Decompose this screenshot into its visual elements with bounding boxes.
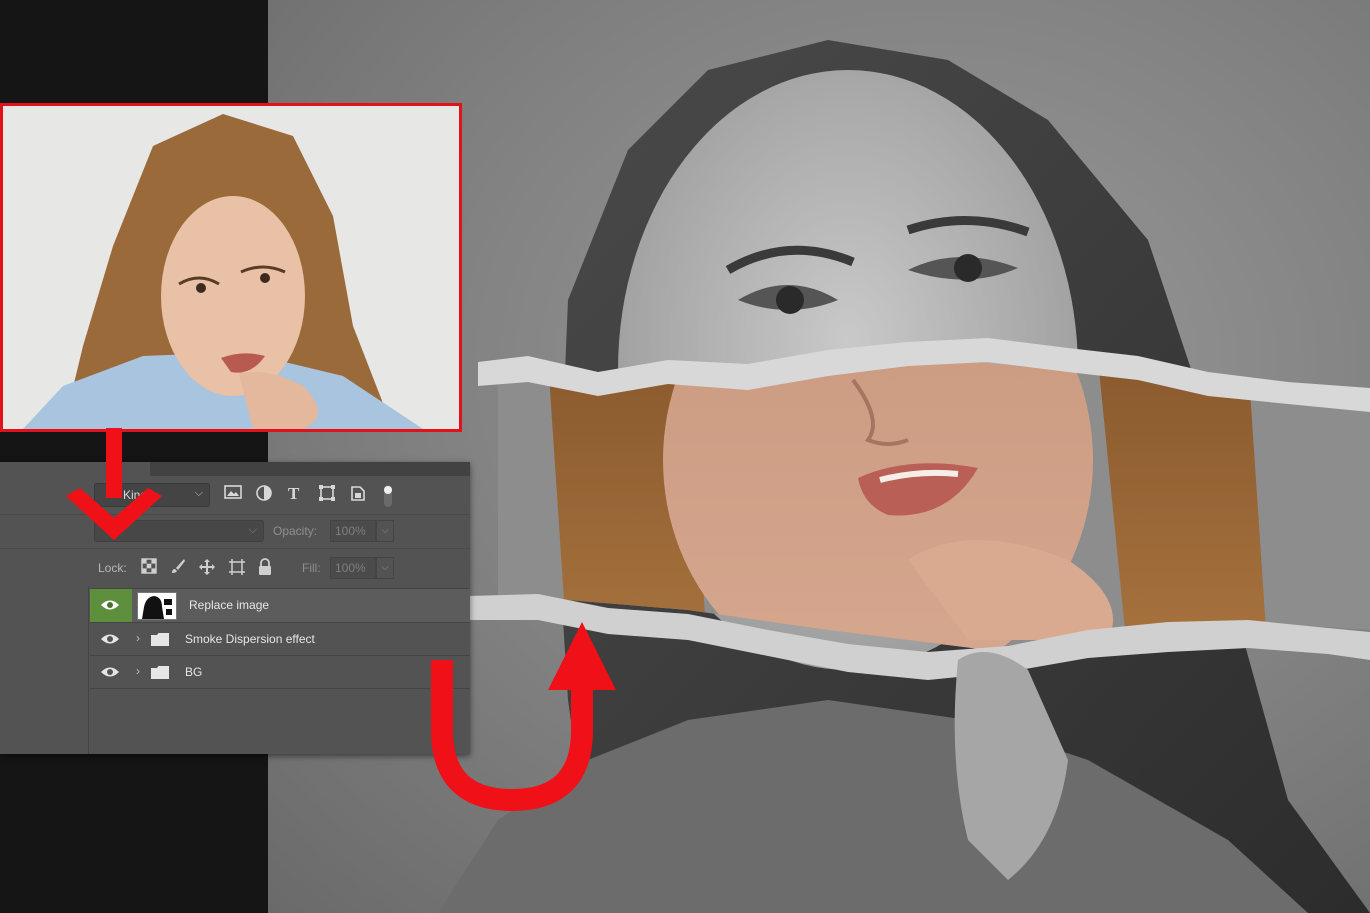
fill-dropdown-icon[interactable]: ⌵ (376, 557, 394, 579)
chevron-down-icon: ⌵ (248, 524, 257, 536)
panel-divider (88, 586, 89, 754)
opacity-input[interactable]: 100% (330, 520, 376, 542)
lock-position-icon[interactable] (198, 558, 216, 576)
blend-mode-select[interactable]: ⌵ (94, 520, 264, 542)
filter-kind-label: Kind (123, 488, 148, 502)
layer-name[interactable]: Replace image (189, 598, 269, 612)
chevron-right-icon[interactable]: › (136, 664, 140, 678)
fill-input[interactable]: 100% (330, 557, 376, 579)
chevron-right-icon[interactable]: › (136, 631, 140, 645)
filter-toggle-icon[interactable] (382, 484, 402, 507)
folder-icon (151, 633, 169, 646)
lock-transparent-icon[interactable] (141, 558, 159, 576)
smart-object-filter-icon[interactable] (350, 484, 370, 504)
eye-icon[interactable] (100, 598, 122, 614)
adjustment-filter-icon[interactable] (255, 484, 275, 504)
lock-paint-icon[interactable] (170, 558, 188, 576)
eye-icon[interactable] (100, 632, 122, 648)
layer-row-bg[interactable]: › BG (90, 655, 470, 689)
shape-filter-icon[interactable] (318, 484, 338, 504)
blend-opacity-row: ⌵ Opacity: 100% ⌵ (0, 514, 470, 549)
lock-fill-row: Lock: Fill: 100% ⌵ (0, 550, 470, 586)
original-photo-inset (0, 103, 462, 432)
lock-artboard-icon[interactable] (228, 558, 246, 576)
layer-name[interactable]: Smoke Dispersion effect (185, 632, 315, 646)
layer-row-replace-image[interactable]: Replace image (90, 588, 470, 622)
eye-icon[interactable] (100, 665, 122, 681)
lock-all-icon[interactable] (258, 558, 276, 576)
opacity-dropdown-icon[interactable]: ⌵ (376, 520, 394, 542)
layers-panel: Kind ⌵ T ⌵ Opacity: 100% ⌵ Lock: Fill: 1… (0, 462, 470, 754)
fill-label: Fill: (302, 561, 321, 575)
filter-kind-select[interactable]: Kind ⌵ (94, 483, 210, 507)
type-filter-icon[interactable]: T (288, 484, 308, 504)
layer-row-smoke-dispersion[interactable]: › Smoke Dispersion effect (90, 622, 470, 656)
folder-icon (151, 666, 169, 679)
lock-label: Lock: (98, 561, 127, 575)
image-filter-icon[interactable] (224, 484, 244, 504)
opacity-label: Opacity: (273, 524, 318, 538)
layer-filter-row: Kind ⌵ T (0, 480, 470, 515)
smart-object-thumbnail (137, 592, 177, 620)
panel-tab-strip (0, 462, 470, 476)
layer-list-end (90, 688, 470, 690)
layer-name[interactable]: BG (185, 665, 202, 679)
canvas: Kind ⌵ T ⌵ Opacity: 100% ⌵ Lock: Fill: 1… (0, 0, 1370, 913)
chevron-down-icon: ⌵ (194, 487, 203, 499)
panel-tab[interactable] (0, 462, 150, 476)
